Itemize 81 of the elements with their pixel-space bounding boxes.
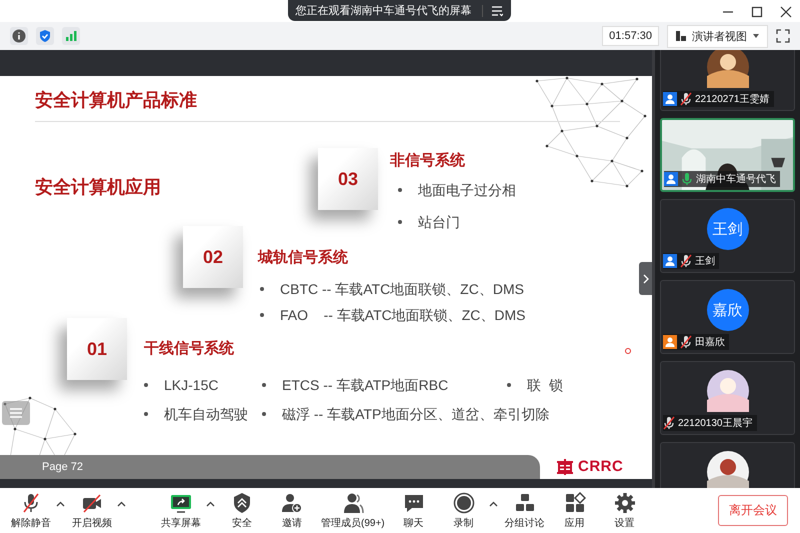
number-card: 03 [318,148,378,210]
bullet-text: 磁浮 -- 车载ATP地面分区、道岔、牵引切除 [282,405,550,424]
expand-panel-button[interactable] [639,262,652,295]
participant-tile[interactable]: 22120130王晨宇 [660,361,795,435]
participant-name: 湖南中车通号代飞 [696,172,776,186]
bullet-text: FAO -- 车载ATC地面联锁、ZC、DMS [280,306,526,325]
bullet-text: 联 锁 [527,376,563,395]
bullet-text: ETCS -- 车载ATP地面RBC [282,376,448,395]
participant-name: 田嘉欣 [695,336,725,349]
toolbar-button[interactable]: 开启视频 [67,492,117,530]
toolbar-button[interactable]: 录制 [438,492,489,530]
menu-icon [9,407,23,419]
caret-icon[interactable] [56,500,65,506]
caret-icon[interactable] [206,500,215,506]
logo-text: CRRC [578,458,624,475]
banner-text: 您正在观看湖南中车通号代飞的屏幕 [296,4,472,18]
settings-icon [614,492,636,514]
section-heading: 干线信号系统 [144,339,235,358]
toolbar-button[interactable]: 管理成员(99+) [317,492,389,530]
logo-icon [556,458,574,474]
toolbar-button[interactable]: 安全 [217,492,267,530]
bullet-icon [260,287,264,291]
toolbar-button[interactable]: 分组讨论 [500,492,550,530]
maximize-icon[interactable] [751,6,763,18]
chevron-right-icon [642,274,648,284]
toolbar-button[interactable]: 应用 [550,492,600,530]
number-card: 02 [183,226,243,288]
menu-icon[interactable] [482,4,502,16]
participant-name: 22120130王晨宇 [678,416,752,430]
slide-title: 安全计算机产品标准 [35,89,197,112]
invite-icon [281,492,303,514]
bullet-text: 机车自动驾驶 [164,405,248,424]
bullet-icon [398,220,402,224]
number-card: 01 [67,318,127,380]
toolbar-button[interactable]: 共享屏幕 [156,492,206,530]
members-icon [342,492,364,514]
page-number: Page 72 [42,461,83,473]
breakout-icon [514,492,536,514]
view-dropdown[interactable]: 演讲者视图 [667,24,768,48]
bullet-icon [507,383,511,387]
caret-icon [752,33,760,39]
camera-off-icon [81,492,103,514]
section-heading: 城轨信号系统 [258,248,349,267]
record-icon [452,492,475,514]
layout-icon [675,30,687,42]
bullet-icon [144,383,148,387]
meeting-timer: 01:57:30 [602,26,659,46]
leave-meeting-button[interactable]: 离开会议 [718,495,788,526]
bullet-text: 站台门 [418,213,460,232]
toolbar-button[interactable]: 解除静音 [6,492,56,530]
section-heading: 非信号系统 [390,151,466,170]
toolbar-button[interactable]: 设置 [600,492,650,530]
apps-icon [564,492,586,514]
bullet-text: LKJ-15C [164,376,218,395]
participant-name: 22120271王雯婧 [695,93,770,106]
slide-menu-button[interactable] [2,401,30,425]
participant-tile[interactable]: 王剑 王剑 [660,199,795,273]
shield-icon [231,492,253,514]
avatar-initials: 嘉欣 [706,289,748,331]
bullet-icon [398,188,402,192]
participant-name: 王剑 [695,255,715,268]
close-icon[interactable] [780,6,792,18]
bullet-text: 地面电子过分相 [418,181,516,200]
bullet-icon [262,383,266,387]
avatar-initials: 王剑 [706,208,748,250]
participant-tile[interactable]: 湖南中车通号代飞 [660,118,795,192]
bullet-icon [144,412,148,416]
bullet-icon [260,313,264,317]
bullet-icon [262,412,266,416]
slide-subtitle: 安全计算机应用 [35,176,161,199]
caret-icon[interactable] [488,500,498,506]
participant-tile[interactable]: 22120271王雯婧 [660,50,795,111]
pointer-dot [625,348,631,354]
bullet-text: CBTC -- 车载ATC地面联锁、ZC、DMS [280,280,524,299]
participant-tile[interactable]: 嘉欣 田嘉欣 [660,280,795,354]
toolbar-button[interactable]: 聊天 [388,492,439,530]
caret-icon[interactable] [117,500,126,506]
toolbar-button[interactable]: 邀请 [267,492,317,530]
shield-icon[interactable] [36,27,54,45]
fullscreen-icon[interactable] [776,29,790,43]
info-icon[interactable] [10,27,28,45]
